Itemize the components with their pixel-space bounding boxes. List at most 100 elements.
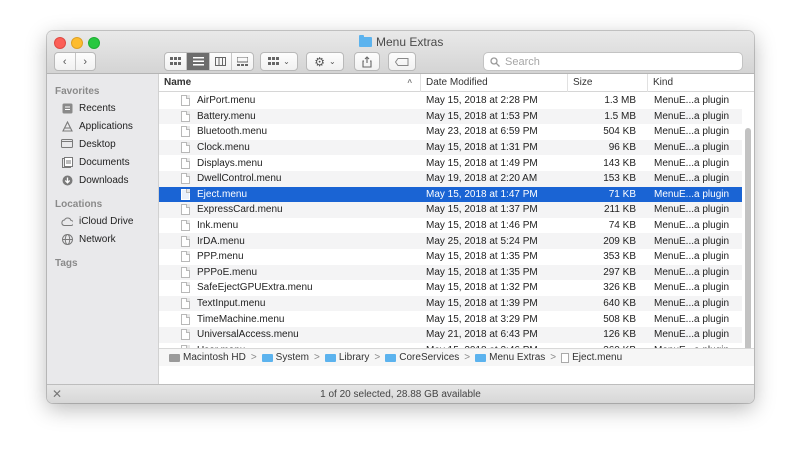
zoom-button[interactable] — [88, 37, 100, 49]
file-size: 1.5 MB — [604, 110, 636, 122]
file-list: Name ^ Date Modified Size Kind AirPort.m… — [159, 74, 754, 384]
file-date-modified: May 15, 2018 at 1:32 PM — [426, 282, 538, 294]
file-name-cell: Displays.menu — [159, 157, 421, 169]
path-segment-system[interactable]: System — [261, 352, 309, 363]
file-size: 143 KB — [603, 157, 636, 169]
document-icon — [181, 110, 190, 122]
path-segment-coreservices[interactable]: CoreServices — [385, 352, 459, 363]
table-row[interactable]: TextInput.menu May 15, 2018 at 1:39 PM 640… — [159, 295, 742, 312]
file-name-cell: SafeEjectGPUExtra.menu — [159, 282, 421, 294]
sidebar-item-downloads[interactable]: Downloads — [47, 171, 158, 189]
hard-drive-icon — [169, 353, 180, 362]
gallery-view-button[interactable] — [232, 53, 253, 70]
table-row[interactable]: DwellControl.menu May 19, 2018 at 2:20 AM… — [159, 170, 742, 187]
column-view-icon — [215, 57, 226, 66]
table-row[interactable]: PPP.menu May 15, 2018 at 1:35 PM 353 KB Men… — [159, 249, 742, 265]
file-name-cell: Clock.menu — [159, 142, 421, 154]
tag-button[interactable] — [388, 52, 416, 71]
file-kind: MenuE...a plugin — [654, 298, 730, 310]
path-segment-eject-menu[interactable]: Eject.menu — [561, 352, 622, 363]
share-icon — [362, 55, 372, 68]
titlebar[interactable]: Menu Extras ‹ › ⌄ ⚙ ⌄ Search — [47, 31, 754, 74]
file-name: SafeEjectGPUExtra.menu — [197, 282, 313, 294]
column-header-name[interactable]: Name ^ — [159, 74, 421, 92]
file-size: 74 KB — [608, 220, 636, 232]
sidebar-heading-tags: Tags — [55, 258, 78, 269]
sidebar-item-label: iCloud Drive — [79, 215, 134, 227]
sidebar-item-applications[interactable]: Applications — [47, 117, 158, 135]
chevron-right-icon: › — [83, 55, 88, 68]
path-bar: Macintosh HD > System > Library > CoreSe… — [159, 348, 754, 366]
documents-icon — [61, 156, 73, 168]
status-bar: ✕ 1 of 20 selected, 28.88 GB available — [47, 384, 754, 403]
search-field[interactable] — [483, 52, 743, 71]
document-icon — [181, 173, 190, 185]
file-kind: MenuE...a plugin — [654, 142, 730, 154]
table-row[interactable]: ExpressCard.menu May 15, 2018 at 1:37 PM 2… — [159, 202, 742, 218]
path-separator: > — [550, 352, 557, 363]
icon-view-button[interactable] — [165, 53, 187, 70]
close-button[interactable] — [54, 37, 66, 49]
forward-button[interactable]: › — [76, 53, 96, 70]
table-row[interactable]: TimeMachine.menu May 15, 2018 at 3:29 PM 5… — [159, 311, 742, 327]
sidebar-item-network[interactable]: Network — [47, 230, 158, 248]
file-name-cell: DwellControl.menu — [159, 173, 421, 185]
folder-icon — [385, 353, 397, 362]
window-title: Menu Extras — [359, 35, 443, 49]
file-size: 71 KB — [608, 188, 636, 200]
table-row[interactable]: UniversalAccess.menu May 21, 2018 at 6:43… — [159, 326, 742, 343]
table-row[interactable]: SafeEjectGPUExtra.menu May 15, 2018 at 1:… — [159, 280, 742, 296]
sort-ascending-icon: ^ — [407, 78, 412, 87]
file-name: PPPoE.menu — [197, 266, 258, 278]
group-by-button[interactable]: ⌄ — [260, 52, 298, 71]
path-segment-library[interactable]: Library — [324, 352, 369, 363]
file-name: TimeMachine.menu — [197, 313, 285, 325]
table-row[interactable]: Clock.menu May 15, 2018 at 1:31 PM 96 KB Me… — [159, 139, 742, 156]
sidebar-item-label: Downloads — [79, 174, 129, 186]
path-segment-macintosh-hd[interactable]: Macintosh HD — [169, 352, 246, 363]
list-view-button[interactable] — [187, 53, 210, 70]
table-row[interactable]: Eject.menu May 15, 2018 at 1:47 PM 71 KB Me… — [159, 186, 742, 203]
minimize-button[interactable] — [71, 37, 83, 49]
action-button[interactable]: ⚙ ⌄ — [306, 52, 344, 71]
table-row[interactable]: AirPort.menu May 15, 2018 at 2:28 PM 1.3 M… — [159, 93, 742, 109]
list-view-icon — [192, 57, 204, 66]
folder-icon — [475, 353, 487, 362]
file-kind: MenuE...a plugin — [654, 251, 730, 263]
column-header-row: Name ^ Date Modified Size Kind — [159, 74, 754, 92]
sidebar-item-label: Desktop — [79, 138, 116, 150]
column-header-date-modified[interactable]: Date Modified — [421, 74, 568, 92]
table-row[interactable]: IrDA.menu May 25, 2018 at 5:24 PM 209 KB Me… — [159, 233, 742, 249]
file-name-cell: UniversalAccess.menu — [159, 329, 421, 341]
applications-icon — [61, 120, 73, 132]
file-size: 126 KB — [603, 329, 636, 341]
sidebar-item-desktop[interactable]: Desktop — [47, 135, 158, 153]
share-button[interactable] — [354, 52, 380, 71]
file-size: 1.3 MB — [604, 95, 636, 107]
sidebar-heading-locations: Locations — [55, 199, 103, 210]
path-segment-menu-extras[interactable]: Menu Extras — [475, 352, 545, 363]
search-input[interactable] — [505, 55, 725, 68]
table-row[interactable]: Ink.menu May 15, 2018 at 1:46 PM 74 KB Menu… — [159, 218, 742, 234]
file-name: TextInput.menu — [197, 298, 266, 310]
file-name-cell: TextInput.menu — [159, 298, 421, 310]
column-header-kind[interactable]: Kind — [648, 74, 744, 92]
vertical-scrollbar[interactable] — [745, 128, 751, 360]
document-icon — [181, 329, 190, 341]
sidebar-item-icloud-drive[interactable]: iCloud Drive — [47, 212, 158, 230]
table-row[interactable]: Displays.menu May 15, 2018 at 1:49 PM 143 … — [159, 155, 742, 171]
file-date-modified: May 15, 2018 at 2:28 PM — [426, 95, 538, 107]
sidebar-item-recents[interactable]: Recents — [47, 99, 158, 117]
column-view-button[interactable] — [210, 53, 232, 70]
file-date-modified: May 23, 2018 at 6:59 PM — [426, 126, 538, 138]
table-row[interactable]: Battery.menu May 15, 2018 at 1:53 PM 1.5 M… — [159, 108, 742, 125]
sidebar-item-documents[interactable]: Documents — [47, 153, 158, 171]
table-row[interactable]: PPPoE.menu May 15, 2018 at 1:35 PM 297 KB M… — [159, 264, 742, 281]
table-row[interactable]: Bluetooth.menu May 23, 2018 at 6:59 PM 504… — [159, 124, 742, 140]
back-button[interactable]: ‹ — [55, 53, 76, 70]
column-header-size[interactable]: Size — [568, 74, 648, 92]
sidebar-toggle-icon[interactable]: ✕ — [52, 387, 62, 401]
file-name: Clock.menu — [197, 142, 250, 154]
file-kind: MenuE...a plugin — [654, 282, 730, 294]
download-icon — [61, 175, 73, 186]
